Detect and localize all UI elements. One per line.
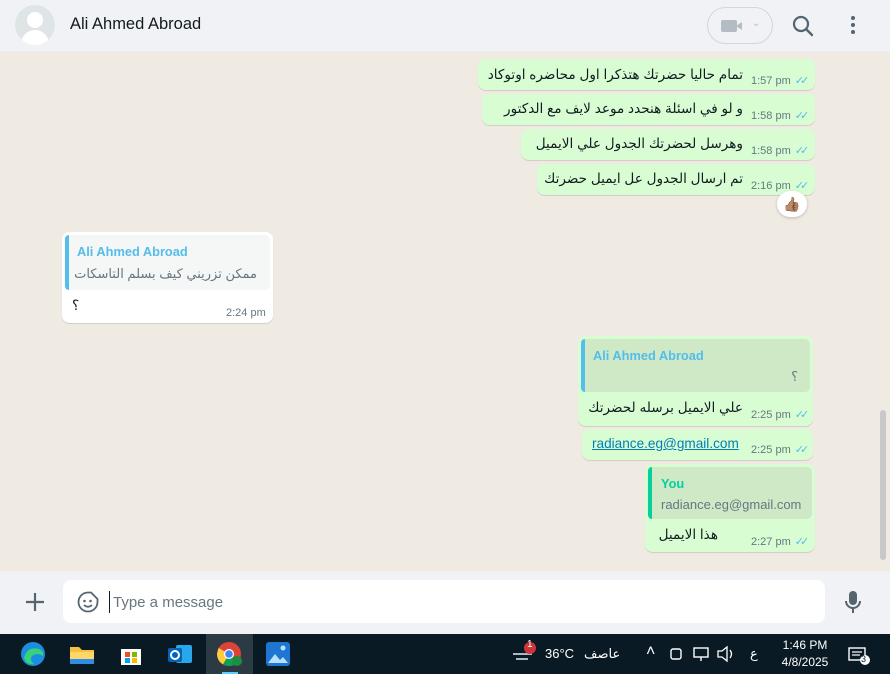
contact-avatar[interactable] (15, 5, 55, 45)
message-meta: 1:58 pm ✓✓ (751, 109, 810, 122)
reaction-badge[interactable]: 👍🏽 (777, 191, 807, 217)
chat-scrollbar[interactable] (880, 410, 886, 560)
message-text: و لو في اسئلة هنحدد موعد لايف مع الدكتور (504, 101, 743, 116)
sticker-button[interactable] (76, 590, 100, 614)
windows-taskbar: 1 36°C عاصف ˄ ع 1:46 PM 4/8/2025 3 (0, 634, 890, 674)
video-call-button[interactable]: ⌄ (707, 7, 773, 44)
microphone-icon (845, 591, 861, 613)
message-bubble[interactable]: تمام حاليا حضرتك هتذكرا اول محاضره اوتوك… (478, 59, 815, 90)
more-vertical-icon (851, 16, 855, 34)
message-text: هذا الايميل (658, 527, 718, 542)
read-ticks-icon: ✓✓ (794, 409, 810, 421)
message-text: تم ارسال الجدول عل ايميل حضرتك (544, 171, 743, 186)
quoted-message[interactable]: Ali Ahmed Abroad ممكن تزريني كيف بسلم ال… (65, 235, 270, 290)
quote-text: ؟ (791, 369, 798, 384)
quote-author: You (661, 476, 685, 491)
search-button[interactable] (790, 13, 816, 39)
temperature[interactable]: 36°C (545, 646, 574, 661)
outlook-icon[interactable] (165, 639, 195, 669)
network-icon[interactable] (692, 639, 710, 669)
message-meta: 2:27 pm ✓✓ (751, 535, 810, 548)
voice-message-button[interactable] (843, 589, 863, 615)
read-ticks-icon: ✓✓ (794, 145, 810, 157)
quote-bar (581, 339, 585, 392)
avatar-body (21, 30, 49, 45)
message-input[interactable] (109, 591, 809, 613)
quoted-message[interactable]: Ali Ahmed Abroad ؟ (581, 339, 810, 392)
clock-time: 1:46 PM (782, 638, 828, 652)
chevron-down-icon: ⌄ (752, 18, 761, 29)
plus-icon (26, 593, 44, 611)
photos-icon[interactable] (263, 639, 293, 669)
message-bubble[interactable]: و لو في اسئلة هنحدد موعد لايف مع الدكتور… (482, 94, 815, 125)
avatar-head (27, 12, 43, 28)
message-input-box (63, 580, 825, 623)
input-language[interactable]: ع (750, 646, 758, 662)
chat-header: Ali Ahmed Abroad ⌄ (0, 0, 890, 52)
message-bubble[interactable]: radiance.eg@gmail.com 2:25 pm ✓✓ (582, 429, 813, 460)
notification-count: 3 (861, 654, 867, 664)
quote-bar (648, 467, 652, 519)
composer-bar (0, 571, 890, 634)
email-link[interactable]: radiance.eg@gmail.com (592, 436, 739, 451)
quote-author: Ali Ahmed Abroad (77, 244, 188, 259)
quote-bar (65, 235, 69, 290)
message-bubble[interactable]: وهرسل لحضرتك الجدول علي الايميل 1:58 pm ✓… (521, 129, 815, 160)
show-hidden-icons-chevron-icon[interactable]: ˄ (646, 643, 655, 661)
message-time: 1:58 pm (751, 110, 791, 122)
read-ticks-icon: ✓✓ (794, 444, 810, 456)
message-time: 1:57 pm (751, 75, 791, 87)
message-text: علي الايميل برسله لحضرتك (588, 400, 743, 415)
message-meta: 2:25 pm ✓✓ (751, 443, 810, 456)
clock-date: 4/8/2025 (781, 655, 829, 669)
microsoft-store-icon[interactable] (116, 639, 146, 669)
volume-icon[interactable] (716, 639, 736, 669)
edge-icon[interactable] (18, 639, 48, 669)
message-bubble[interactable]: You radiance.eg@gmail.com هذا الايميل 2:… (645, 464, 815, 552)
chrome-icon[interactable] (214, 639, 244, 669)
read-ticks-icon: ✓✓ (794, 75, 810, 87)
attach-button[interactable] (22, 589, 48, 615)
search-icon (792, 15, 814, 37)
meet-icon[interactable] (669, 639, 685, 669)
sticker-icon (77, 591, 99, 613)
quote-text: ممكن تزريني كيف بسلم التاسكات (74, 266, 257, 281)
message-text: تمام حاليا حضرتك هتذكرا اول محاضره اوتوك… (487, 67, 743, 82)
message-bubble[interactable]: Ali Ahmed Abroad ممكن تزريني كيف بسلم ال… (62, 232, 273, 323)
read-ticks-icon: ✓✓ (794, 180, 810, 192)
read-ticks-icon: ✓✓ (794, 536, 810, 548)
message-time: 2:27 pm (751, 536, 791, 548)
message-meta: 2:25 pm ✓✓ (751, 408, 810, 421)
message-list[interactable]: تمام حاليا حضرتك هتذكرا اول محاضره اوتوك… (0, 58, 890, 571)
video-call-icon (721, 20, 742, 32)
message-text: ؟ (72, 298, 80, 313)
read-ticks-icon: ✓✓ (794, 110, 810, 122)
notifications-icon[interactable] (846, 639, 872, 669)
message-time: 1:58 pm (751, 145, 791, 157)
weather-icon[interactable] (510, 639, 540, 669)
quote-author: Ali Ahmed Abroad (593, 348, 704, 363)
message-time: 2:24 pm (226, 307, 266, 319)
message-text: وهرسل لحضرتك الجدول علي الايميل (535, 136, 743, 151)
message-time: 2:16 pm (751, 180, 791, 192)
quote-text: radiance.eg@gmail.com (661, 497, 802, 512)
message-time: 2:25 pm (751, 409, 791, 421)
weather-badge: 1 (527, 639, 533, 650)
message-meta: 1:58 pm ✓✓ (751, 144, 810, 157)
message-bubble[interactable]: تم ارسال الجدول عل ايميل حضرتك 2:16 pm ✓✓ (537, 164, 815, 195)
message-meta: 2:16 pm ✓✓ (751, 179, 810, 192)
menu-button[interactable] (842, 13, 864, 39)
message-bubble[interactable]: Ali Ahmed Abroad ؟ علي الايميل برسله لحض… (578, 336, 813, 426)
system-clock[interactable]: 1:46 PM 4/8/2025 (773, 637, 837, 671)
message-meta: 1:57 pm ✓✓ (751, 74, 810, 87)
file-explorer-icon[interactable] (67, 639, 97, 669)
quoted-message[interactable]: You radiance.eg@gmail.com (648, 467, 812, 519)
contact-name[interactable]: Ali Ahmed Abroad (70, 15, 201, 34)
message-time: 2:25 pm (751, 444, 791, 456)
weather-condition[interactable]: عاصف (584, 646, 620, 662)
